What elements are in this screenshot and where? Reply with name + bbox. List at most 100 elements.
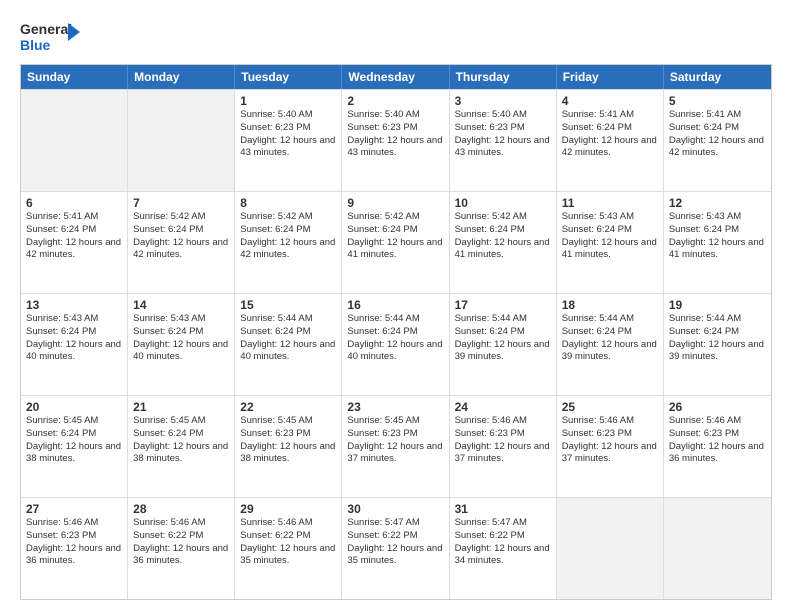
cell-details: Sunrise: 5:44 AMSunset: 6:24 PMDaylight:…: [455, 313, 551, 364]
logo-svg: General Blue: [20, 18, 80, 60]
day-number: 4: [562, 94, 658, 108]
cal-cell-21: 21Sunrise: 5:45 AMSunset: 6:24 PMDayligh…: [128, 396, 235, 497]
svg-text:General: General: [20, 21, 72, 37]
cell-details: Sunrise: 5:43 AMSunset: 6:24 PMDaylight:…: [669, 211, 766, 262]
cal-cell-23: 23Sunrise: 5:45 AMSunset: 6:23 PMDayligh…: [342, 396, 449, 497]
cal-cell-18: 18Sunrise: 5:44 AMSunset: 6:24 PMDayligh…: [557, 294, 664, 395]
cal-cell-empty: [664, 498, 771, 599]
cell-details: Sunrise: 5:41 AMSunset: 6:24 PMDaylight:…: [562, 109, 658, 160]
week-row-4: 20Sunrise: 5:45 AMSunset: 6:24 PMDayligh…: [21, 395, 771, 497]
svg-text:Blue: Blue: [20, 37, 51, 53]
header-day-thursday: Thursday: [450, 65, 557, 89]
day-number: 31: [455, 502, 551, 516]
cell-details: Sunrise: 5:46 AMSunset: 6:23 PMDaylight:…: [26, 517, 122, 568]
cal-cell-9: 9Sunrise: 5:42 AMSunset: 6:24 PMDaylight…: [342, 192, 449, 293]
cell-details: Sunrise: 5:42 AMSunset: 6:24 PMDaylight:…: [455, 211, 551, 262]
week-row-3: 13Sunrise: 5:43 AMSunset: 6:24 PMDayligh…: [21, 293, 771, 395]
day-number: 23: [347, 400, 443, 414]
day-number: 15: [240, 298, 336, 312]
cal-cell-29: 29Sunrise: 5:46 AMSunset: 6:22 PMDayligh…: [235, 498, 342, 599]
cell-details: Sunrise: 5:47 AMSunset: 6:22 PMDaylight:…: [347, 517, 443, 568]
cal-cell-26: 26Sunrise: 5:46 AMSunset: 6:23 PMDayligh…: [664, 396, 771, 497]
cal-cell-20: 20Sunrise: 5:45 AMSunset: 6:24 PMDayligh…: [21, 396, 128, 497]
cal-cell-25: 25Sunrise: 5:46 AMSunset: 6:23 PMDayligh…: [557, 396, 664, 497]
calendar: SundayMondayTuesdayWednesdayThursdayFrid…: [20, 64, 772, 600]
day-number: 24: [455, 400, 551, 414]
cal-cell-13: 13Sunrise: 5:43 AMSunset: 6:24 PMDayligh…: [21, 294, 128, 395]
day-number: 6: [26, 196, 122, 210]
cell-details: Sunrise: 5:45 AMSunset: 6:23 PMDaylight:…: [240, 415, 336, 466]
cell-details: Sunrise: 5:40 AMSunset: 6:23 PMDaylight:…: [347, 109, 443, 160]
week-row-1: 1Sunrise: 5:40 AMSunset: 6:23 PMDaylight…: [21, 89, 771, 191]
cal-cell-empty: [128, 90, 235, 191]
cal-cell-19: 19Sunrise: 5:44 AMSunset: 6:24 PMDayligh…: [664, 294, 771, 395]
cell-details: Sunrise: 5:45 AMSunset: 6:24 PMDaylight:…: [26, 415, 122, 466]
cell-details: Sunrise: 5:47 AMSunset: 6:22 PMDaylight:…: [455, 517, 551, 568]
cal-cell-22: 22Sunrise: 5:45 AMSunset: 6:23 PMDayligh…: [235, 396, 342, 497]
cal-cell-6: 6Sunrise: 5:41 AMSunset: 6:24 PMDaylight…: [21, 192, 128, 293]
cell-details: Sunrise: 5:41 AMSunset: 6:24 PMDaylight:…: [26, 211, 122, 262]
cal-cell-15: 15Sunrise: 5:44 AMSunset: 6:24 PMDayligh…: [235, 294, 342, 395]
day-number: 29: [240, 502, 336, 516]
cell-details: Sunrise: 5:42 AMSunset: 6:24 PMDaylight:…: [347, 211, 443, 262]
header-day-wednesday: Wednesday: [342, 65, 449, 89]
calendar-header: SundayMondayTuesdayWednesdayThursdayFrid…: [21, 65, 771, 89]
header-day-friday: Friday: [557, 65, 664, 89]
cal-cell-17: 17Sunrise: 5:44 AMSunset: 6:24 PMDayligh…: [450, 294, 557, 395]
cell-details: Sunrise: 5:43 AMSunset: 6:24 PMDaylight:…: [26, 313, 122, 364]
cell-details: Sunrise: 5:46 AMSunset: 6:23 PMDaylight:…: [455, 415, 551, 466]
day-number: 9: [347, 196, 443, 210]
day-number: 18: [562, 298, 658, 312]
day-number: 7: [133, 196, 229, 210]
cell-details: Sunrise: 5:42 AMSunset: 6:24 PMDaylight:…: [133, 211, 229, 262]
cal-cell-31: 31Sunrise: 5:47 AMSunset: 6:22 PMDayligh…: [450, 498, 557, 599]
day-number: 5: [669, 94, 766, 108]
top-header: General Blue: [20, 18, 772, 60]
cell-details: Sunrise: 5:44 AMSunset: 6:24 PMDaylight:…: [240, 313, 336, 364]
cell-details: Sunrise: 5:40 AMSunset: 6:23 PMDaylight:…: [240, 109, 336, 160]
week-row-2: 6Sunrise: 5:41 AMSunset: 6:24 PMDaylight…: [21, 191, 771, 293]
cal-cell-10: 10Sunrise: 5:42 AMSunset: 6:24 PMDayligh…: [450, 192, 557, 293]
cell-details: Sunrise: 5:41 AMSunset: 6:24 PMDaylight:…: [669, 109, 766, 160]
cal-cell-2: 2Sunrise: 5:40 AMSunset: 6:23 PMDaylight…: [342, 90, 449, 191]
cell-details: Sunrise: 5:45 AMSunset: 6:24 PMDaylight:…: [133, 415, 229, 466]
day-number: 3: [455, 94, 551, 108]
cell-details: Sunrise: 5:45 AMSunset: 6:23 PMDaylight:…: [347, 415, 443, 466]
cal-cell-27: 27Sunrise: 5:46 AMSunset: 6:23 PMDayligh…: [21, 498, 128, 599]
cell-details: Sunrise: 5:46 AMSunset: 6:23 PMDaylight:…: [562, 415, 658, 466]
day-number: 28: [133, 502, 229, 516]
header-day-sunday: Sunday: [21, 65, 128, 89]
day-number: 21: [133, 400, 229, 414]
cell-details: Sunrise: 5:46 AMSunset: 6:23 PMDaylight:…: [669, 415, 766, 466]
cal-cell-30: 30Sunrise: 5:47 AMSunset: 6:22 PMDayligh…: [342, 498, 449, 599]
cell-details: Sunrise: 5:46 AMSunset: 6:22 PMDaylight:…: [240, 517, 336, 568]
header-day-monday: Monday: [128, 65, 235, 89]
cal-cell-1: 1Sunrise: 5:40 AMSunset: 6:23 PMDaylight…: [235, 90, 342, 191]
day-number: 2: [347, 94, 443, 108]
cell-details: Sunrise: 5:40 AMSunset: 6:23 PMDaylight:…: [455, 109, 551, 160]
cal-cell-3: 3Sunrise: 5:40 AMSunset: 6:23 PMDaylight…: [450, 90, 557, 191]
day-number: 10: [455, 196, 551, 210]
day-number: 19: [669, 298, 766, 312]
calendar-body: 1Sunrise: 5:40 AMSunset: 6:23 PMDaylight…: [21, 89, 771, 599]
cell-details: Sunrise: 5:43 AMSunset: 6:24 PMDaylight:…: [562, 211, 658, 262]
cal-cell-4: 4Sunrise: 5:41 AMSunset: 6:24 PMDaylight…: [557, 90, 664, 191]
cell-details: Sunrise: 5:46 AMSunset: 6:22 PMDaylight:…: [133, 517, 229, 568]
cal-cell-16: 16Sunrise: 5:44 AMSunset: 6:24 PMDayligh…: [342, 294, 449, 395]
logo: General Blue: [20, 18, 80, 60]
day-number: 14: [133, 298, 229, 312]
day-number: 22: [240, 400, 336, 414]
day-number: 25: [562, 400, 658, 414]
day-number: 20: [26, 400, 122, 414]
cell-details: Sunrise: 5:44 AMSunset: 6:24 PMDaylight:…: [347, 313, 443, 364]
cal-cell-7: 7Sunrise: 5:42 AMSunset: 6:24 PMDaylight…: [128, 192, 235, 293]
cal-cell-empty: [21, 90, 128, 191]
day-number: 17: [455, 298, 551, 312]
cal-cell-5: 5Sunrise: 5:41 AMSunset: 6:24 PMDaylight…: [664, 90, 771, 191]
cal-cell-24: 24Sunrise: 5:46 AMSunset: 6:23 PMDayligh…: [450, 396, 557, 497]
cal-cell-12: 12Sunrise: 5:43 AMSunset: 6:24 PMDayligh…: [664, 192, 771, 293]
cal-cell-8: 8Sunrise: 5:42 AMSunset: 6:24 PMDaylight…: [235, 192, 342, 293]
day-number: 1: [240, 94, 336, 108]
cal-cell-14: 14Sunrise: 5:43 AMSunset: 6:24 PMDayligh…: [128, 294, 235, 395]
cell-details: Sunrise: 5:44 AMSunset: 6:24 PMDaylight:…: [669, 313, 766, 364]
